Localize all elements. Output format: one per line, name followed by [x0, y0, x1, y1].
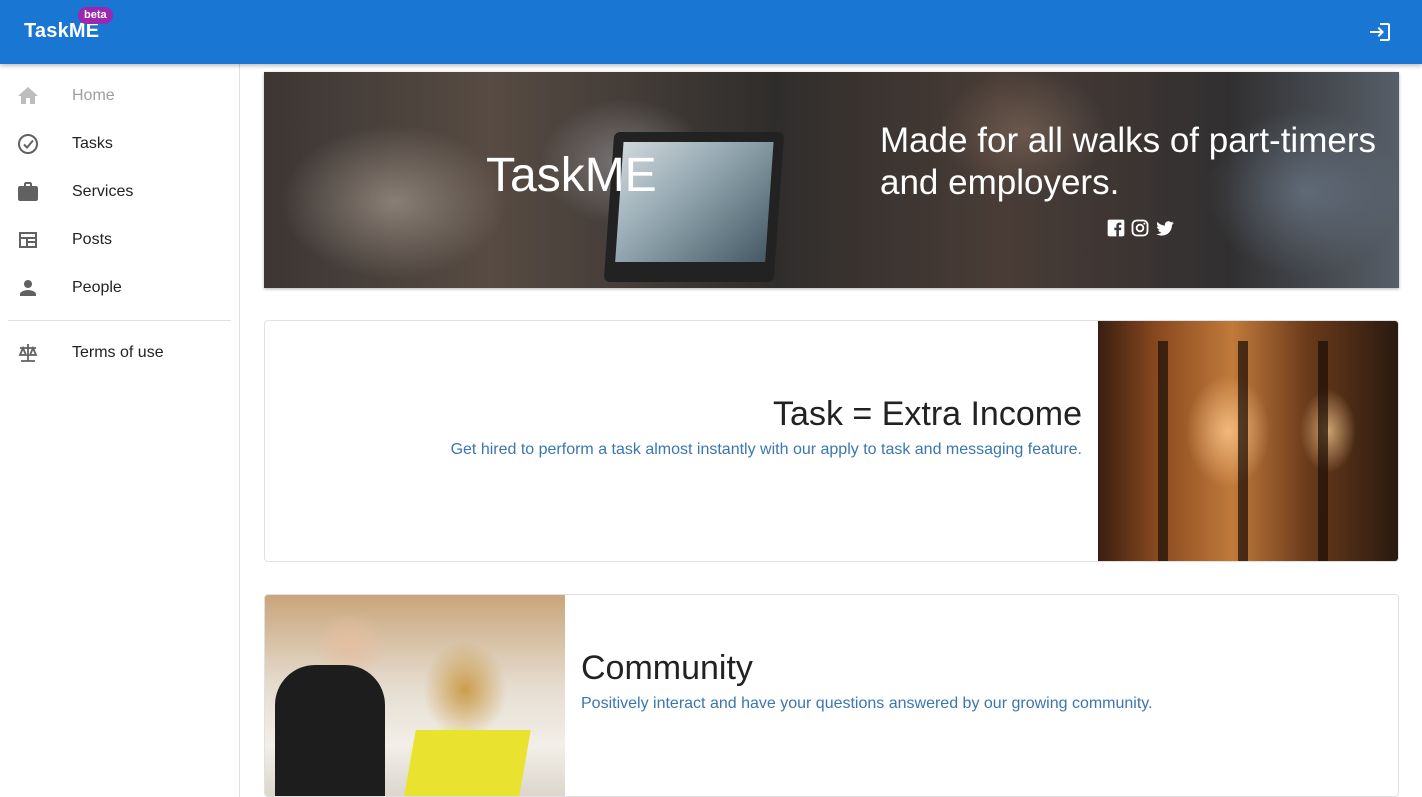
sidebar-divider	[8, 320, 231, 321]
feature-card-tasks: Task = Extra Income Get hired to perform…	[264, 320, 1399, 562]
feature-card-community: Community Positively interact and have y…	[264, 594, 1399, 797]
facebook-icon[interactable]	[1106, 218, 1126, 238]
card-title: Community	[581, 649, 753, 687]
sidebar-item-home[interactable]: Home	[0, 72, 239, 120]
sidebar-item-posts[interactable]: Posts	[0, 216, 239, 264]
sidebar-item-label: People	[72, 279, 122, 296]
sidebar-item-label: Posts	[72, 231, 113, 248]
sidebar-item-terms[interactable]: Terms of use	[0, 329, 239, 377]
beta-badge: beta	[78, 7, 113, 24]
hero-tagline: Made for all walks of part-timers and em…	[880, 121, 1376, 202]
sidebar-item-tasks[interactable]: Tasks	[0, 120, 239, 168]
card-subtitle: Get hired to perform a task almost insta…	[450, 441, 1082, 458]
home-icon	[16, 84, 40, 108]
hero-banner: TaskME Made for all walks of part-timers…	[264, 72, 1399, 288]
sidebar-item-label: Terms of use	[72, 344, 164, 361]
sidebar-item-label: Tasks	[72, 135, 113, 152]
card-image-community	[265, 595, 565, 796]
card-image-cafe	[1098, 321, 1398, 561]
login-icon[interactable]	[1368, 20, 1392, 44]
briefcase-icon	[16, 180, 40, 204]
sidebar: Home Tasks Services Posts People Terms o…	[0, 64, 240, 797]
sidebar-item-people[interactable]: People	[0, 264, 239, 312]
hero-title: TaskME	[486, 149, 657, 202]
sidebar-item-label: Home	[72, 87, 115, 104]
twitter-icon[interactable]	[1154, 218, 1174, 238]
social-links	[1106, 218, 1174, 238]
instagram-icon[interactable]	[1130, 218, 1150, 238]
person-icon	[16, 276, 40, 300]
sidebar-item-services[interactable]: Services	[0, 168, 239, 216]
check-circle-icon	[16, 132, 40, 156]
card-title: Task = Extra Income	[773, 395, 1082, 433]
posts-icon	[16, 228, 40, 252]
sidebar-item-label: Services	[72, 183, 134, 200]
scale-icon	[16, 341, 40, 365]
app-bar: TaskME beta	[0, 0, 1422, 64]
card-subtitle: Positively interact and have your questi…	[581, 695, 1153, 712]
